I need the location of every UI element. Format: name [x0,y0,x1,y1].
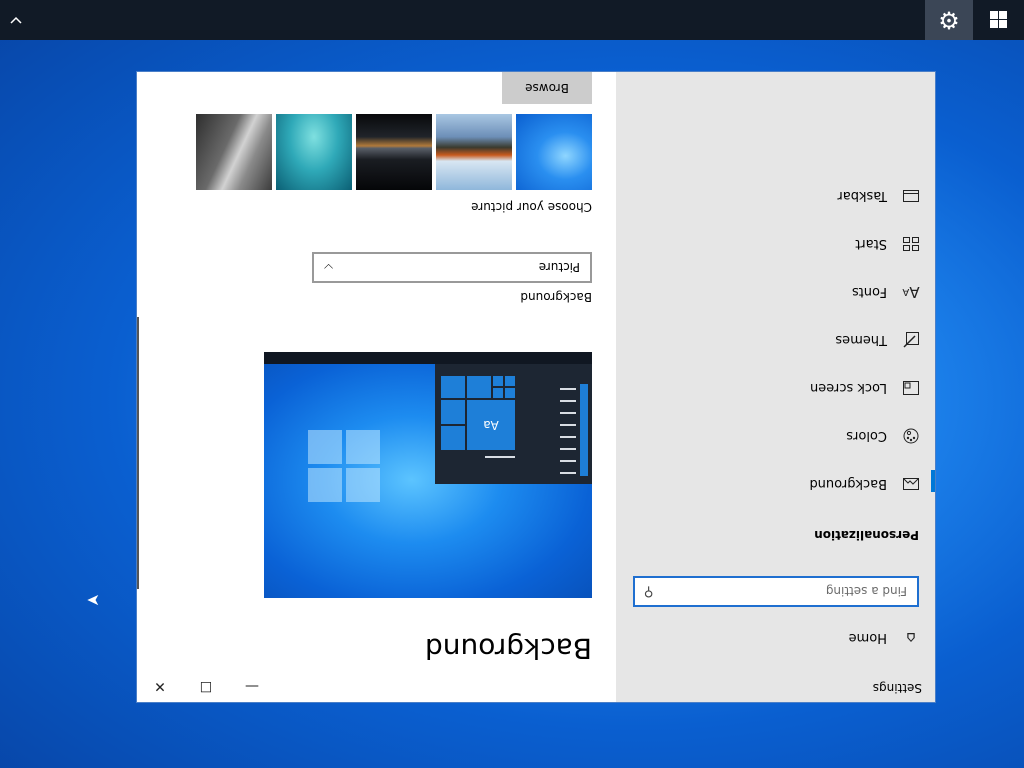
thumbnail-night-lake[interactable] [356,114,432,190]
taskbar: ⚙ [0,0,1024,40]
gear-icon: ⚙ [938,6,960,34]
background-label: Background [520,290,592,304]
mouse-cursor: ➤ [86,591,100,610]
page-title: Background [424,632,592,665]
sidebar-item-label: Home [848,630,887,646]
desktop: Settings ⌂ Home Find a setting ⚲ Persona… [0,0,1024,768]
taskbar-icon [901,190,921,202]
sidebar-item-home[interactable]: ⌂ Home [616,618,935,658]
sidebar-item-label: Fonts [851,284,887,300]
sidebar-item-lock-screen[interactable]: Lock screen [616,368,935,408]
start-button[interactable] [974,0,1024,40]
caption-buttons: — ☐ ✕ [137,670,275,702]
taskbar-settings-button[interactable]: ⚙ [925,0,973,40]
settings-window: Settings ⌂ Home Find a setting ⚲ Persona… [136,71,936,703]
start-icon [901,237,921,251]
preview-start-menu: Aa [435,364,592,484]
search-input[interactable]: Find a setting ⚲ [633,576,919,607]
sidebar-item-themes[interactable]: Themes [616,320,935,360]
thumbnail-windows-default[interactable] [516,114,592,190]
sidebar: Settings ⌂ Home Find a setting ⚲ Persona… [616,72,935,702]
themes-icon [901,332,921,348]
app-title: Settings [872,681,922,695]
sidebar-item-taskbar[interactable]: Taskbar [616,176,935,216]
preview-stripe [580,384,588,476]
close-button[interactable]: ✕ [137,670,183,702]
taskbar-chevron-button[interactable] [0,0,32,40]
thumbnail-beach-rocks[interactable] [436,114,512,190]
section-title: Personalization [814,528,919,542]
sidebar-item-colors[interactable]: Colors [616,416,935,456]
windows-logo-icon [990,11,1008,29]
background-dropdown[interactable]: Picture ⌵ [312,252,592,283]
sidebar-item-label: Taskbar [837,188,887,204]
fonts-icon: AA [902,283,920,301]
picture-thumbnails [196,114,592,190]
minimize-button[interactable]: — [229,670,275,702]
content-pane: — ☐ ✕ Background Aa Background Picture ⌵… [137,72,616,702]
sidebar-item-label: Background [809,476,887,492]
sidebar-item-fonts[interactable]: AA Fonts [616,272,935,312]
chevron-down-icon [10,16,22,24]
palette-icon [901,428,921,444]
windows-logo-glow [308,430,380,502]
sidebar-item-label: Lock screen [810,380,887,396]
preview-taskbar [264,352,592,364]
sidebar-item-label: Themes [835,332,887,348]
search-icon: ⚲ [644,584,654,599]
home-icon: ⌂ [906,629,916,647]
sidebar-item-label: Colors [846,428,887,444]
search-placeholder: Find a setting [825,584,907,599]
maximize-button[interactable]: ☐ [183,670,229,702]
thumbnail-rock-cliff[interactable] [196,114,272,190]
thumbnail-underwater[interactable] [276,114,352,190]
lock-screen-icon [901,381,921,395]
browse-button[interactable]: Browse [502,72,592,104]
sidebar-item-start[interactable]: Start [616,224,935,264]
background-preview: Aa [264,352,592,598]
dropdown-value: Picture [538,260,580,275]
sidebar-item-label: Start [855,236,887,252]
sidebar-item-background[interactable]: Background [616,464,935,504]
chevron-down-icon: ⌵ [324,261,334,275]
preview-tile-aa: Aa [467,400,515,450]
choose-picture-label: Choose your picture [471,200,592,214]
picture-icon [901,478,921,490]
scrollbar[interactable] [137,317,139,589]
